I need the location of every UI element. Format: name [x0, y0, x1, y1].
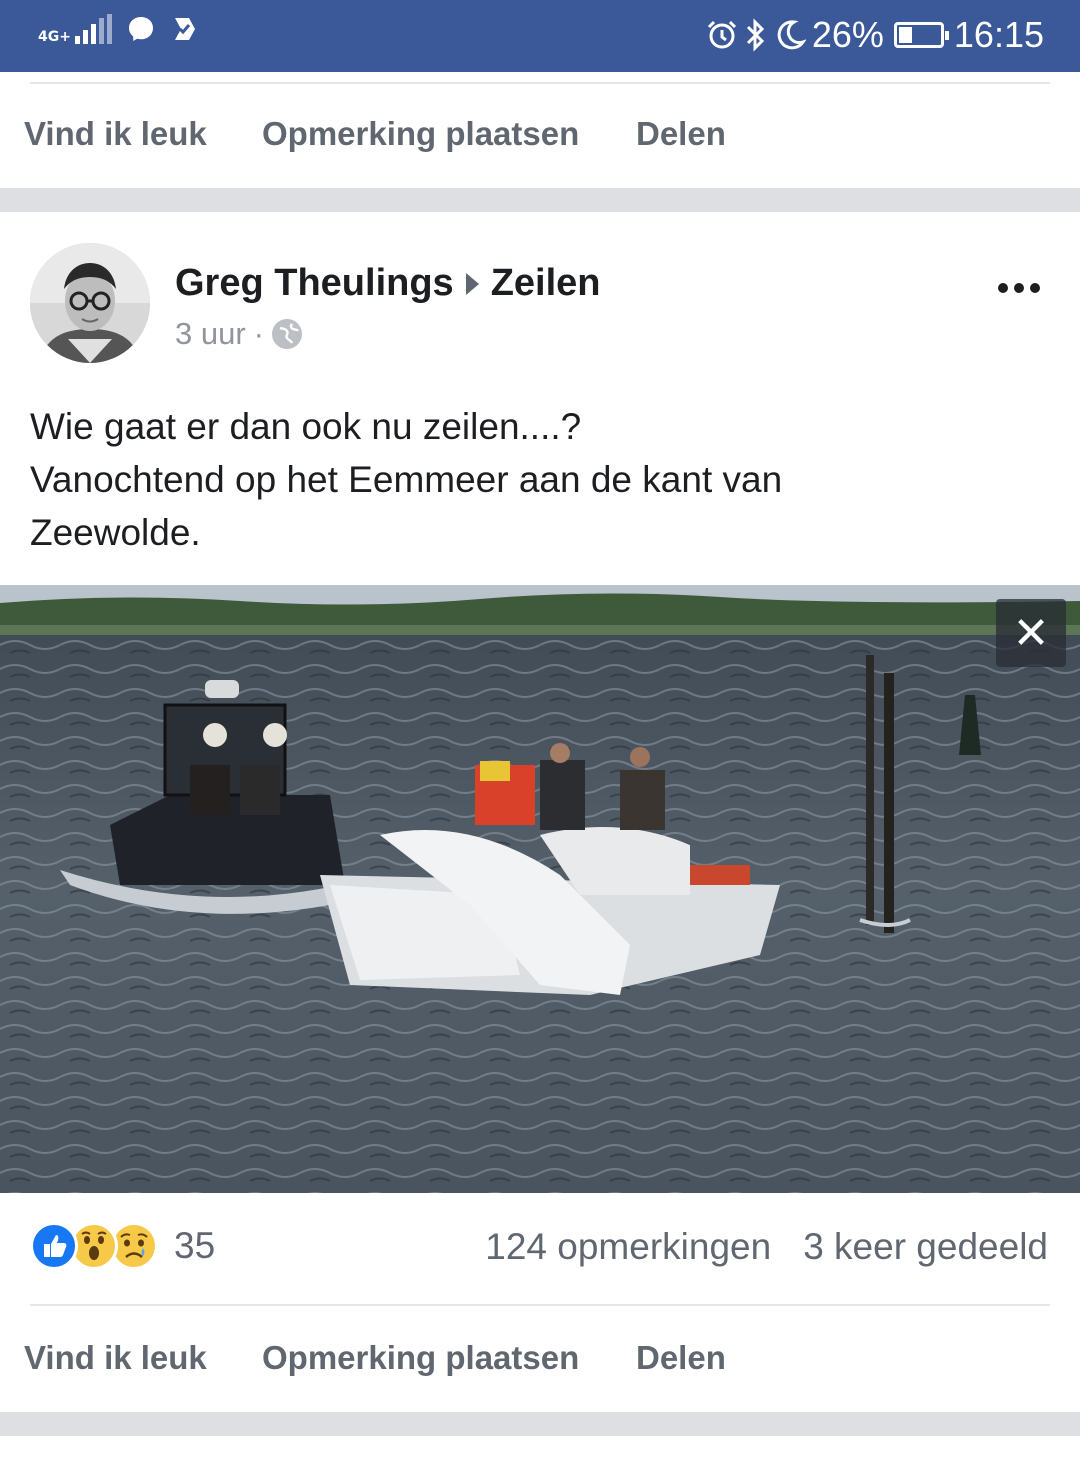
share-button[interactable]: Delen: [636, 115, 726, 153]
messenger-icon: [128, 17, 153, 41]
alarm-icon: [707, 20, 736, 49]
avatar[interactable]: [30, 243, 150, 363]
close-icon[interactable]: ✕: [996, 599, 1066, 667]
bluetooth-icon: [746, 18, 764, 52]
post-photo[interactable]: ✕: [0, 585, 1080, 1193]
more-options-icon[interactable]: [998, 283, 1040, 293]
comment-button[interactable]: Opmerking plaatsen: [262, 115, 579, 153]
post-time[interactable]: 3 uur: [175, 316, 246, 352]
photo-boat-rescue: [0, 585, 1080, 1193]
post-text: Wie gaat er dan ook nu zeilen....? Vanoc…: [30, 400, 1050, 559]
action-bar-top: Vind ik leuk Opmerking plaatsen Delen: [0, 82, 1080, 186]
like-button[interactable]: Vind ik leuk: [24, 1339, 207, 1377]
comment-count-link[interactable]: 124 opmerkingen: [485, 1222, 771, 1272]
network-type: 4G+: [38, 29, 71, 45]
battery-icon: [893, 22, 949, 48]
battery-percent: 26%: [811, 14, 884, 55]
clock: 16:15: [953, 14, 1044, 55]
signal-icon: [74, 14, 112, 44]
action-bar-bottom: Vind ik leuk Opmerking plaatsen Delen: [0, 1306, 1080, 1410]
arrow-right-icon: [465, 272, 479, 295]
post-stats: 124 opmerkingen 3 keer gedeeld: [485, 1222, 1048, 1272]
reaction-count: 35: [174, 1225, 216, 1266]
post-text-line: Vanochtend op het Eemmeer aan de kant va…: [30, 459, 783, 500]
post-meta: 3 uur ·: [175, 316, 302, 352]
like-button[interactable]: Vind ik leuk: [24, 115, 207, 153]
network-indicator: 4G+: [38, 14, 112, 44]
globe-icon: [272, 319, 302, 349]
share-button[interactable]: Delen: [636, 1339, 726, 1377]
status-bar: 4G+ 26% 16:15: [0, 0, 1080, 72]
reactions-summary[interactable]: 35: [30, 1222, 215, 1270]
feed-separator: [0, 1412, 1080, 1436]
like-icon: [30, 1222, 78, 1270]
share-count-link[interactable]: 3 keer gedeeld: [803, 1222, 1048, 1272]
meta-separator: ·: [253, 316, 264, 351]
post-text-line: Zeewolde.: [30, 512, 201, 553]
do-not-disturb-moon-icon: [777, 20, 806, 50]
status-right: 26% 16:15: [706, 14, 1044, 56]
post-text-line: Wie gaat er dan ook nu zeilen....?: [30, 406, 582, 447]
comment-button[interactable]: Opmerking plaatsen: [262, 1339, 579, 1377]
notification-check-icon: [174, 18, 195, 40]
author-name[interactable]: Greg Theulings: [175, 262, 454, 305]
post-author-line: Greg Theulings Zeilen: [175, 262, 601, 305]
group-name[interactable]: Zeilen: [491, 262, 601, 305]
status-left: 4G+: [38, 14, 200, 44]
feed-separator: [0, 188, 1080, 212]
avatar-photo: [30, 243, 150, 363]
